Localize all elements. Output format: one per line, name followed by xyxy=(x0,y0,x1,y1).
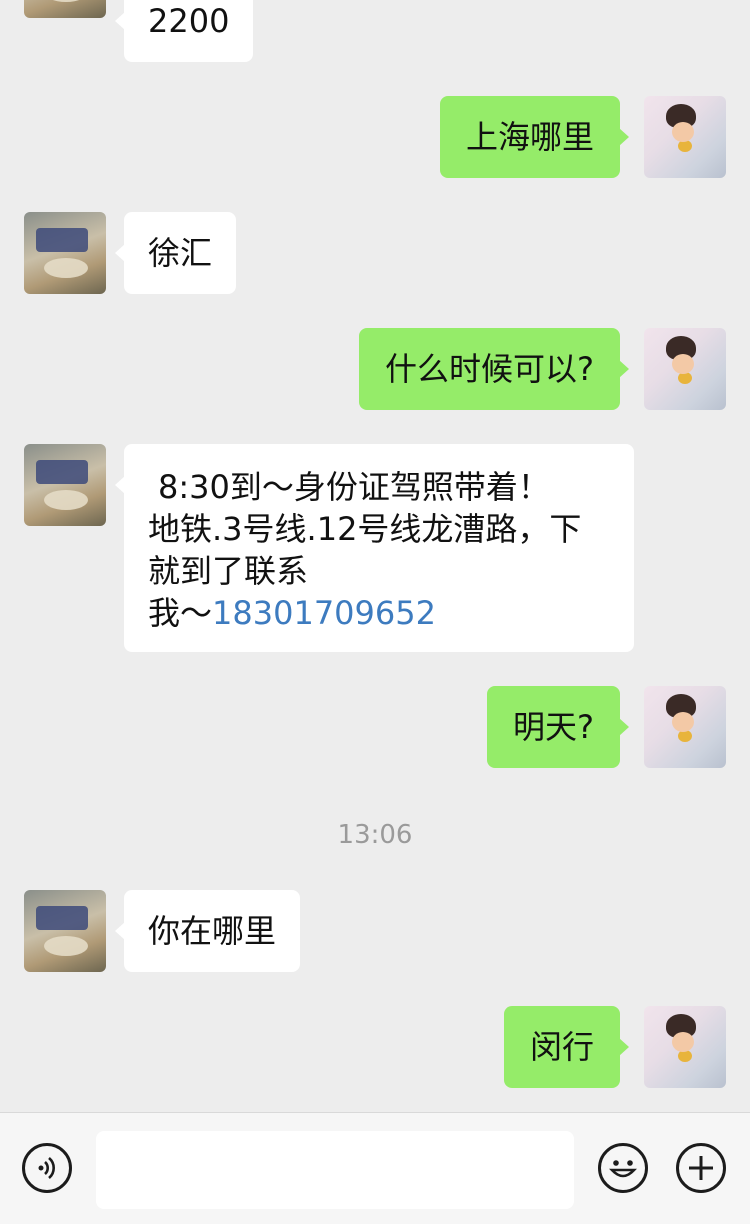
emoji-icon xyxy=(609,1160,637,1178)
message-text: 什么时候可以? xyxy=(385,350,594,388)
my-avatar[interactable] xyxy=(644,328,726,410)
emoji-button[interactable] xyxy=(598,1143,648,1193)
message-text: 2200 xyxy=(148,2,230,40)
timestamp: 13:06 xyxy=(337,820,413,850)
voice-button[interactable] xyxy=(22,1143,72,1193)
my-avatar[interactable] xyxy=(644,686,726,768)
message-bubble-incoming[interactable]: 徐汇 xyxy=(114,212,237,294)
message-text: 上海哪里 xyxy=(465,118,594,156)
message-bubble-outgoing[interactable]: 明天? xyxy=(487,686,629,768)
message-text: 明天? xyxy=(513,708,594,746)
contact-avatar[interactable] xyxy=(24,0,106,18)
message-bubble-outgoing[interactable]: 上海哪里 xyxy=(439,96,630,178)
contact-avatar[interactable] xyxy=(24,212,106,294)
more-button[interactable] xyxy=(676,1143,726,1193)
message-bubble-incoming[interactable]: 2200 xyxy=(114,0,254,62)
message-line: 就到了联系 xyxy=(148,552,309,590)
message-text: 你在哪里 xyxy=(148,912,277,950)
contact-avatar[interactable] xyxy=(24,890,106,972)
message-bubble-incoming[interactable]: 8:30到～身份证驾照带着！ 地铁.3号线.12号线龙漕路，下 就到了联系 我～… xyxy=(115,444,634,652)
message-input[interactable] xyxy=(96,1131,574,1209)
message-bubble-outgoing[interactable]: 闵行 xyxy=(503,1006,630,1088)
plus-icon xyxy=(689,1156,713,1180)
voice-icon xyxy=(38,1157,55,1179)
message-text: 我～ xyxy=(148,594,213,632)
message-line: 8:30到～身份证驾照带着！ xyxy=(158,468,550,506)
message-line: 我～18301709652 xyxy=(148,592,610,634)
message-bubble-incoming[interactable]: 你在哪里 xyxy=(114,890,301,972)
message-line: 地铁.3号线.12号线龙漕路，下 xyxy=(148,510,582,548)
message-text: 徐汇 xyxy=(148,234,213,272)
message-bubble-outgoing[interactable]: 什么时候可以? xyxy=(359,328,629,410)
my-avatar[interactable] xyxy=(644,1006,726,1088)
phone-number-link[interactable]: 18301709652 xyxy=(212,594,436,632)
my-avatar[interactable] xyxy=(644,96,726,178)
chat-area[interactable]: 2200 上海哪里 徐汇 什么时候可以? 8:30到～身份证驾照带着！ 地铁.3… xyxy=(0,0,750,1112)
input-toolbar xyxy=(0,1112,750,1224)
message-text: 闵行 xyxy=(529,1028,594,1066)
contact-avatar[interactable] xyxy=(24,444,106,526)
